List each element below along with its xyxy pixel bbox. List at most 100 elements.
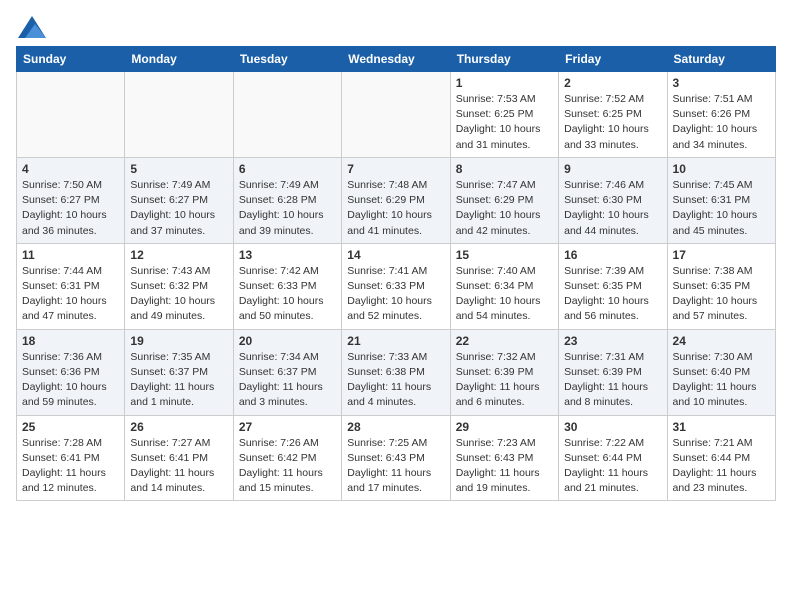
calendar-cell: 26 Sunrise: 7:27 AMSunset: 6:41 PMDayligh… xyxy=(125,415,233,501)
day-number: 28 xyxy=(347,420,444,434)
calendar-cell: 20Sunrise: 7:34 AMSunset: 6:37 PMDayligh… xyxy=(233,329,341,415)
day-number: 9 xyxy=(564,162,661,176)
day-number: 11 xyxy=(22,248,119,262)
day-number: 15 xyxy=(456,248,553,262)
day-info: Sunrise: 7:51 AMSunset: 6:26 PMDaylight:… xyxy=(673,92,770,153)
day-number: 17 xyxy=(673,248,770,262)
day-number: 16 xyxy=(564,248,661,262)
day-number: 2 xyxy=(564,76,661,90)
calendar-cell: 19 Sunrise: 7:35 AMSunset: 6:37 PMDayligh… xyxy=(125,329,233,415)
weekday-header-thursday: Thursday xyxy=(450,47,558,72)
day-number: 24 xyxy=(673,334,770,348)
calendar-cell: 4 Sunrise: 7:50 AMSunset: 6:27 PMDaylight… xyxy=(17,157,125,243)
weekday-header-tuesday: Tuesday xyxy=(233,47,341,72)
calendar-cell: 8 Sunrise: 7:47 AMSunset: 6:29 PMDaylight… xyxy=(450,157,558,243)
day-info: Sunrise: 7:27 AMSunset: 6:41 PMDaylight:… xyxy=(130,436,227,497)
calendar-week-3: 11 Sunrise: 7:44 AMSunset: 6:31 PMDayligh… xyxy=(17,243,776,329)
calendar-cell: 23Sunrise: 7:31 AMSunset: 6:39 PMDayligh… xyxy=(559,329,667,415)
day-number: 5 xyxy=(130,162,227,176)
day-info: Sunrise: 7:53 AMSunset: 6:25 PMDaylight:… xyxy=(456,92,553,153)
day-info: Sunrise: 7:36 AMSunset: 6:36 PMDaylight:… xyxy=(22,350,119,411)
calendar-cell: 9 Sunrise: 7:46 AMSunset: 6:30 PMDaylight… xyxy=(559,157,667,243)
calendar-cell: 1 Sunrise: 7:53 AMSunset: 6:25 PMDaylight… xyxy=(450,72,558,158)
day-info: Sunrise: 7:25 AMSunset: 6:43 PMDaylight:… xyxy=(347,436,444,497)
day-number: 31 xyxy=(673,420,770,434)
day-number: 6 xyxy=(239,162,336,176)
day-number: 18 xyxy=(22,334,119,348)
calendar-week-4: 18 Sunrise: 7:36 AMSunset: 6:36 PMDayligh… xyxy=(17,329,776,415)
calendar-cell: 25 Sunrise: 7:28 AMSunset: 6:41 PMDayligh… xyxy=(17,415,125,501)
day-number: 14 xyxy=(347,248,444,262)
calendar-cell: 21Sunrise: 7:33 AMSunset: 6:38 PMDayligh… xyxy=(342,329,450,415)
calendar-cell: 17 Sunrise: 7:38 AMSunset: 6:35 PMDayligh… xyxy=(667,243,775,329)
calendar-header-row: SundayMondayTuesdayWednesdayThursdayFrid… xyxy=(17,47,776,72)
calendar-cell: 24 Sunrise: 7:30 AMSunset: 6:40 PMDayligh… xyxy=(667,329,775,415)
calendar-cell: 14Sunrise: 7:41 AMSunset: 6:33 PMDayligh… xyxy=(342,243,450,329)
calendar-cell: 29Sunrise: 7:23 AMSunset: 6:43 PMDayligh… xyxy=(450,415,558,501)
day-number: 7 xyxy=(347,162,444,176)
calendar-cell: 22 Sunrise: 7:32 AMSunset: 6:39 PMDayligh… xyxy=(450,329,558,415)
day-info: Sunrise: 7:50 AMSunset: 6:27 PMDaylight:… xyxy=(22,178,119,239)
weekday-header-friday: Friday xyxy=(559,47,667,72)
logo-icon xyxy=(18,16,46,38)
day-number: 8 xyxy=(456,162,553,176)
day-info: Sunrise: 7:49 AMSunset: 6:28 PMDaylight:… xyxy=(239,178,336,239)
day-info: Sunrise: 7:30 AMSunset: 6:40 PMDaylight:… xyxy=(673,350,770,411)
day-number: 26 xyxy=(130,420,227,434)
page-header xyxy=(16,16,776,38)
calendar-cell: 12 Sunrise: 7:43 AMSunset: 6:32 PMDayligh… xyxy=(125,243,233,329)
calendar-cell: 30 Sunrise: 7:22 AMSunset: 6:44 PMDayligh… xyxy=(559,415,667,501)
day-number: 22 xyxy=(456,334,553,348)
day-info: Sunrise: 7:22 AMSunset: 6:44 PMDaylight:… xyxy=(564,436,661,497)
day-info: Sunrise: 7:32 AMSunset: 6:39 PMDaylight:… xyxy=(456,350,553,411)
calendar-cell: 7 Sunrise: 7:48 AMSunset: 6:29 PMDaylight… xyxy=(342,157,450,243)
day-info: Sunrise: 7:44 AMSunset: 6:31 PMDaylight:… xyxy=(22,264,119,325)
calendar-week-5: 25 Sunrise: 7:28 AMSunset: 6:41 PMDayligh… xyxy=(17,415,776,501)
calendar-cell: 10 Sunrise: 7:45 AMSunset: 6:31 PMDayligh… xyxy=(667,157,775,243)
day-info: Sunrise: 7:45 AMSunset: 6:31 PMDaylight:… xyxy=(673,178,770,239)
calendar-cell: 31 Sunrise: 7:21 AMSunset: 6:44 PMDayligh… xyxy=(667,415,775,501)
calendar-cell xyxy=(342,72,450,158)
calendar-cell: 11 Sunrise: 7:44 AMSunset: 6:31 PMDayligh… xyxy=(17,243,125,329)
day-number: 30 xyxy=(564,420,661,434)
day-number: 13 xyxy=(239,248,336,262)
day-number: 20 xyxy=(239,334,336,348)
day-info: Sunrise: 7:26 AMSunset: 6:42 PMDaylight:… xyxy=(239,436,336,497)
weekday-header-wednesday: Wednesday xyxy=(342,47,450,72)
calendar-cell: 3 Sunrise: 7:51 AMSunset: 6:26 PMDaylight… xyxy=(667,72,775,158)
calendar-cell: 18 Sunrise: 7:36 AMSunset: 6:36 PMDayligh… xyxy=(17,329,125,415)
day-info: Sunrise: 7:43 AMSunset: 6:32 PMDaylight:… xyxy=(130,264,227,325)
day-info: Sunrise: 7:33 AMSunset: 6:38 PMDaylight:… xyxy=(347,350,444,411)
day-number: 4 xyxy=(22,162,119,176)
day-info: Sunrise: 7:38 AMSunset: 6:35 PMDaylight:… xyxy=(673,264,770,325)
calendar-table: SundayMondayTuesdayWednesdayThursdayFrid… xyxy=(16,46,776,501)
day-number: 1 xyxy=(456,76,553,90)
calendar-cell: 13Sunrise: 7:42 AMSunset: 6:33 PMDayligh… xyxy=(233,243,341,329)
day-number: 19 xyxy=(130,334,227,348)
day-info: Sunrise: 7:28 AMSunset: 6:41 PMDaylight:… xyxy=(22,436,119,497)
day-number: 3 xyxy=(673,76,770,90)
calendar-cell: 5 Sunrise: 7:49 AMSunset: 6:27 PMDaylight… xyxy=(125,157,233,243)
weekday-header-monday: Monday xyxy=(125,47,233,72)
weekday-header-sunday: Sunday xyxy=(17,47,125,72)
calendar-cell xyxy=(125,72,233,158)
day-number: 12 xyxy=(130,248,227,262)
calendar-cell: 2 Sunrise: 7:52 AMSunset: 6:25 PMDaylight… xyxy=(559,72,667,158)
day-info: Sunrise: 7:35 AMSunset: 6:37 PMDaylight:… xyxy=(130,350,227,411)
day-info: Sunrise: 7:47 AMSunset: 6:29 PMDaylight:… xyxy=(456,178,553,239)
day-info: Sunrise: 7:52 AMSunset: 6:25 PMDaylight:… xyxy=(564,92,661,153)
day-number: 10 xyxy=(673,162,770,176)
day-info: Sunrise: 7:49 AMSunset: 6:27 PMDaylight:… xyxy=(130,178,227,239)
day-number: 25 xyxy=(22,420,119,434)
day-number: 29 xyxy=(456,420,553,434)
day-info: Sunrise: 7:21 AMSunset: 6:44 PMDaylight:… xyxy=(673,436,770,497)
calendar-cell: 27Sunrise: 7:26 AMSunset: 6:42 PMDayligh… xyxy=(233,415,341,501)
calendar-cell xyxy=(17,72,125,158)
logo xyxy=(16,16,46,38)
calendar-week-1: 1 Sunrise: 7:53 AMSunset: 6:25 PMDaylight… xyxy=(17,72,776,158)
day-info: Sunrise: 7:48 AMSunset: 6:29 PMDaylight:… xyxy=(347,178,444,239)
day-info: Sunrise: 7:31 AMSunset: 6:39 PMDaylight:… xyxy=(564,350,661,411)
day-info: Sunrise: 7:46 AMSunset: 6:30 PMDaylight:… xyxy=(564,178,661,239)
weekday-header-saturday: Saturday xyxy=(667,47,775,72)
day-info: Sunrise: 7:39 AMSunset: 6:35 PMDaylight:… xyxy=(564,264,661,325)
